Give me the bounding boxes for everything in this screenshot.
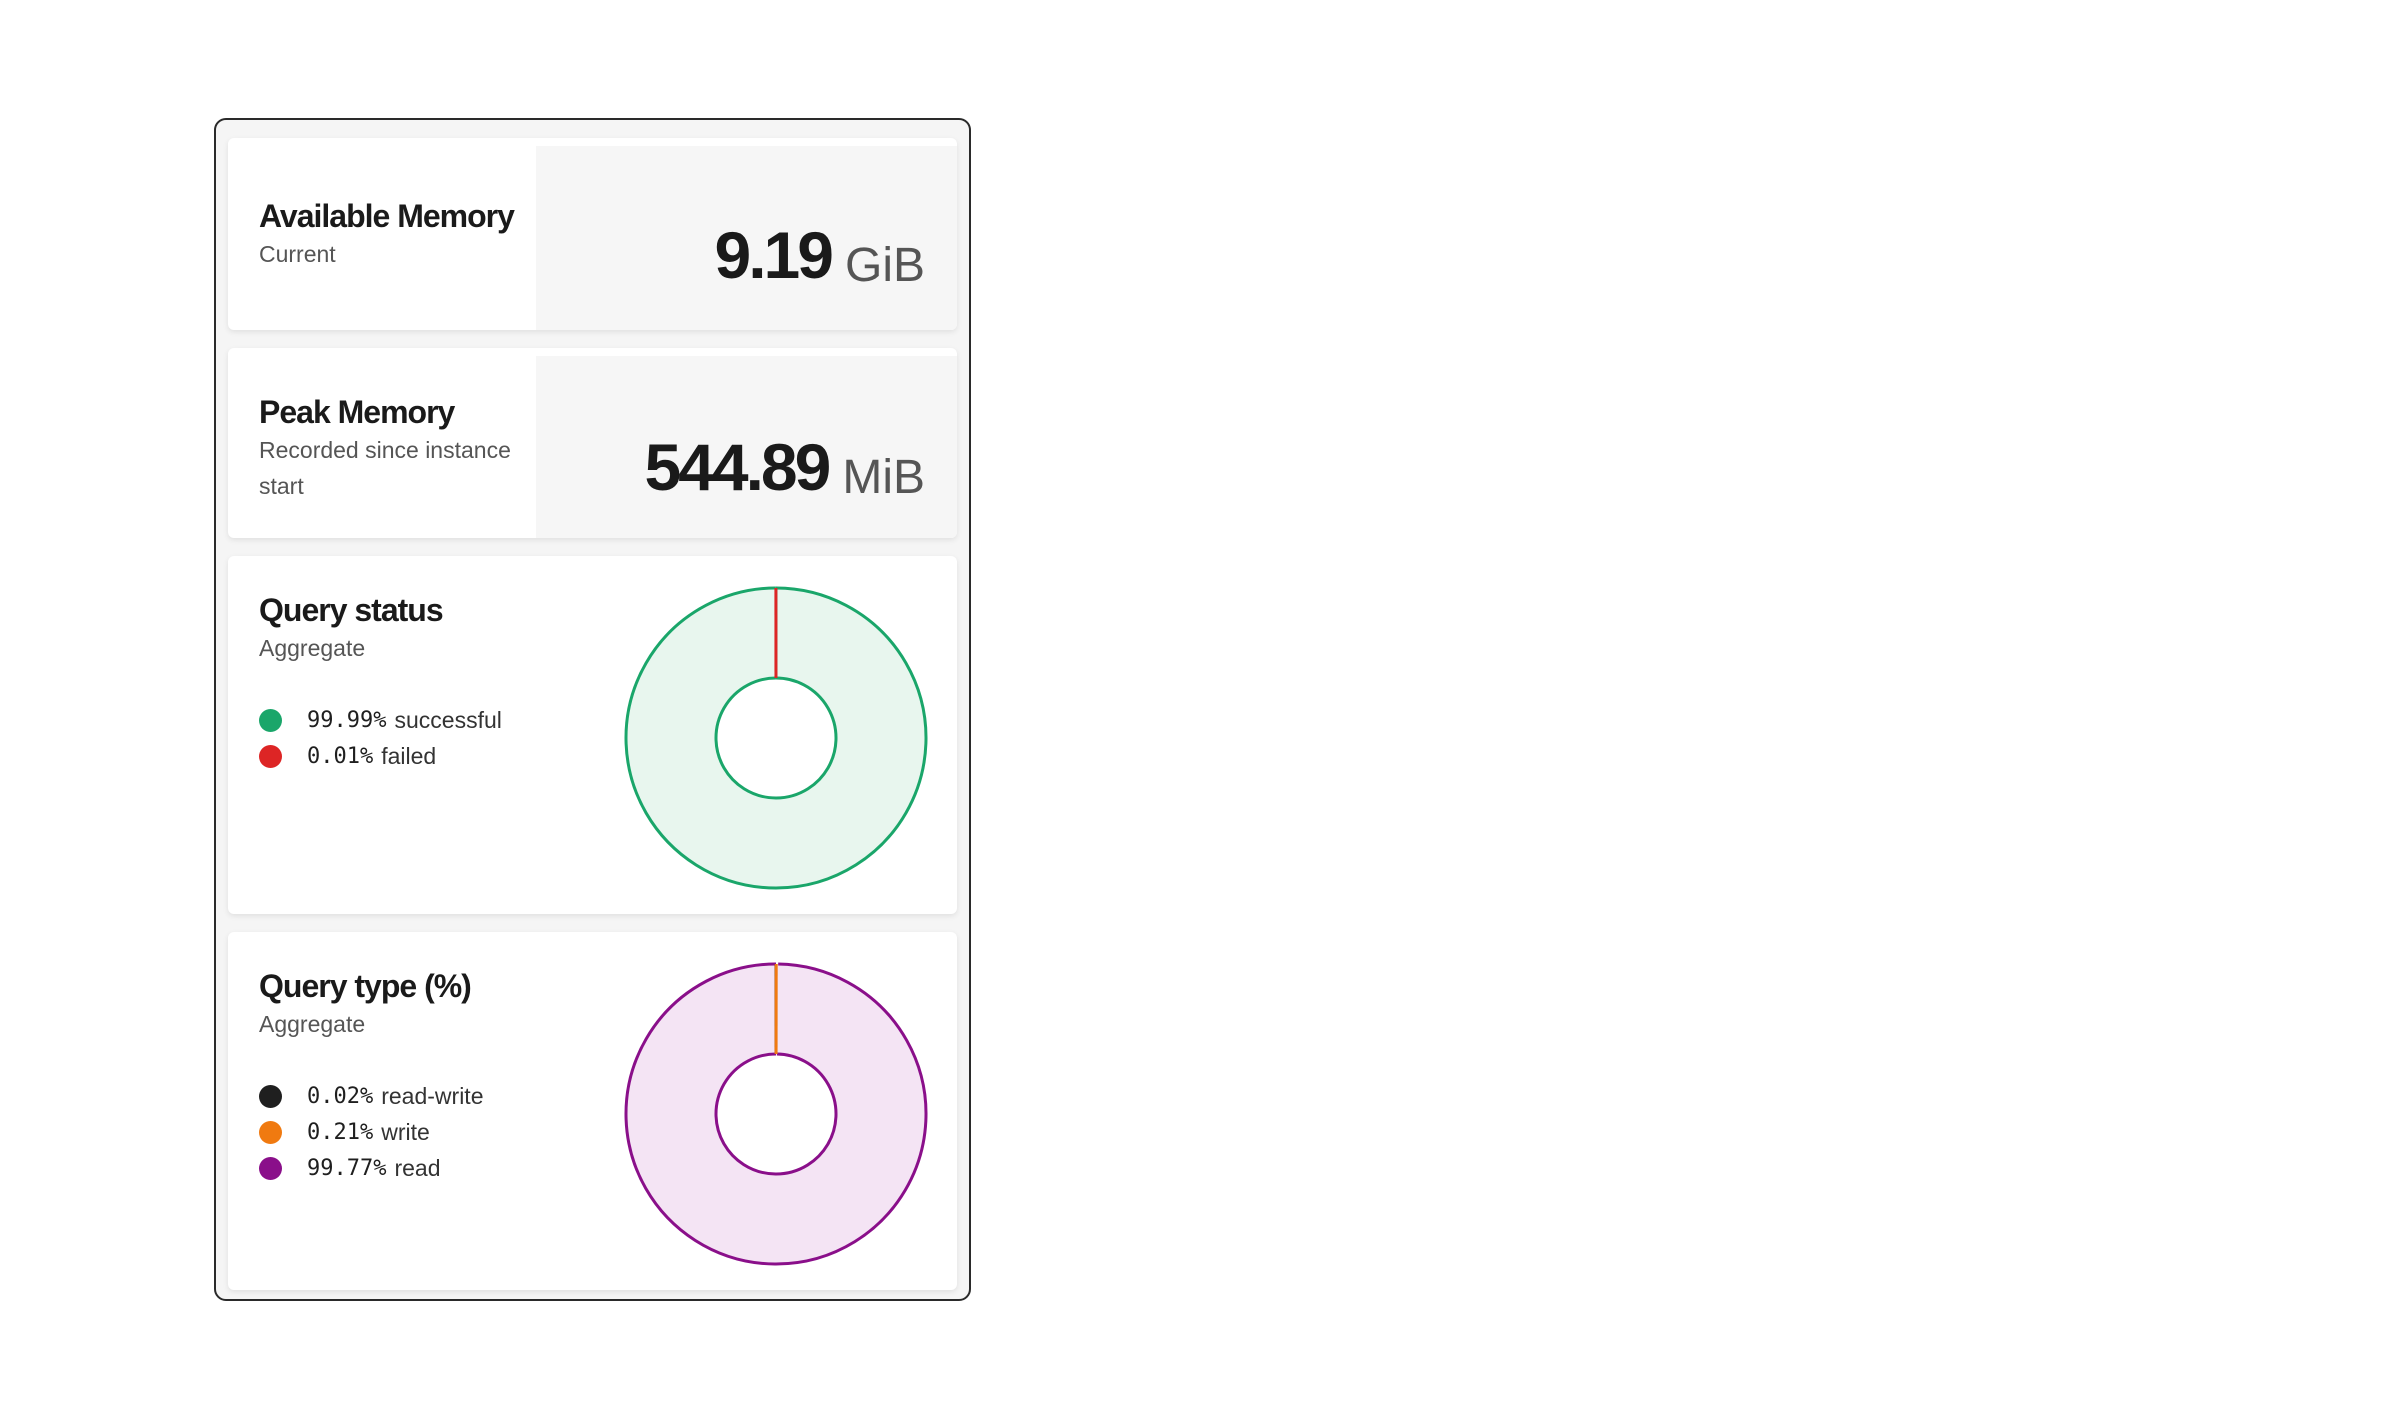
legend-label-read-write: read-write — [381, 1082, 484, 1109]
legend-item-read: 99.77% read — [259, 1150, 589, 1186]
peak-memory-subtitle: Recorded since instance start — [259, 437, 511, 499]
available-memory-unit: GiB — [844, 239, 925, 292]
memory-query-panel: Available Memory Current 9.19 GiB Peak M… — [214, 118, 971, 1301]
query-type-card: Query type (%) Aggregate 0.02% read-writ… — [228, 932, 957, 1290]
legend-dot-successful — [259, 708, 282, 732]
available-memory-subtitle: Current — [259, 241, 336, 267]
legend-dot-read — [259, 1156, 282, 1180]
legend-dot-write — [259, 1120, 282, 1144]
legend-pct-read: 99.77% — [307, 1155, 387, 1181]
legend-dot-read-write — [259, 1084, 282, 1108]
available-memory-value-box: 9.19 GiB — [536, 146, 957, 330]
legend-label-read: read — [394, 1154, 441, 1181]
query-status-legend: 99.99% successful 0.01% failed — [259, 702, 589, 774]
available-memory-value: 9.19 — [714, 218, 834, 292]
query-status-header: Query status Aggregate 99.99% successful… — [259, 590, 589, 774]
available-memory-title: Available Memory — [259, 198, 515, 234]
legend-label-write: write — [381, 1118, 430, 1145]
legend-pct-read-write: 0.02% — [307, 1083, 374, 1109]
peak-memory-unit: MiB — [842, 451, 925, 504]
query-type-legend: 0.02% read-write 0.21% write 99.77% read — [259, 1078, 589, 1186]
legend-item-write: 0.21% write — [259, 1114, 589, 1150]
available-memory-header: Available Memory Current — [228, 138, 536, 330]
query-type-header: Query type (%) Aggregate 0.02% read-writ… — [259, 966, 589, 1186]
available-memory-card: Available Memory Current 9.19 GiB — [228, 138, 957, 330]
legend-item-read-write: 0.02% read-write — [259, 1078, 589, 1114]
query-type-title: Query type (%) — [259, 968, 472, 1004]
legend-pct-failed: 0.01% — [307, 743, 374, 769]
query-status-title: Query status — [259, 592, 444, 628]
legend-item-successful: 99.99% successful — [259, 702, 589, 738]
peak-memory-card: Peak Memory Recorded since instance star… — [228, 348, 957, 538]
legend-dot-failed — [259, 744, 282, 768]
query-type-donut — [624, 962, 928, 1266]
legend-pct-successful: 99.99% — [307, 707, 387, 733]
query-status-card: Query status Aggregate 99.99% successful… — [228, 556, 957, 914]
peak-memory-title: Peak Memory — [259, 394, 455, 430]
query-status-donut — [624, 586, 928, 890]
query-type-subtitle: Aggregate — [259, 1011, 366, 1037]
legend-pct-write: 0.21% — [307, 1119, 374, 1145]
legend-label-successful: successful — [394, 706, 502, 733]
peak-memory-header: Peak Memory Recorded since instance star… — [228, 348, 536, 538]
peak-memory-value-box: 544.89 MiB — [536, 356, 957, 538]
legend-item-failed: 0.01% failed — [259, 738, 589, 774]
peak-memory-value: 544.89 — [644, 430, 831, 504]
legend-label-failed: failed — [381, 742, 437, 769]
query-status-subtitle: Aggregate — [259, 635, 366, 661]
